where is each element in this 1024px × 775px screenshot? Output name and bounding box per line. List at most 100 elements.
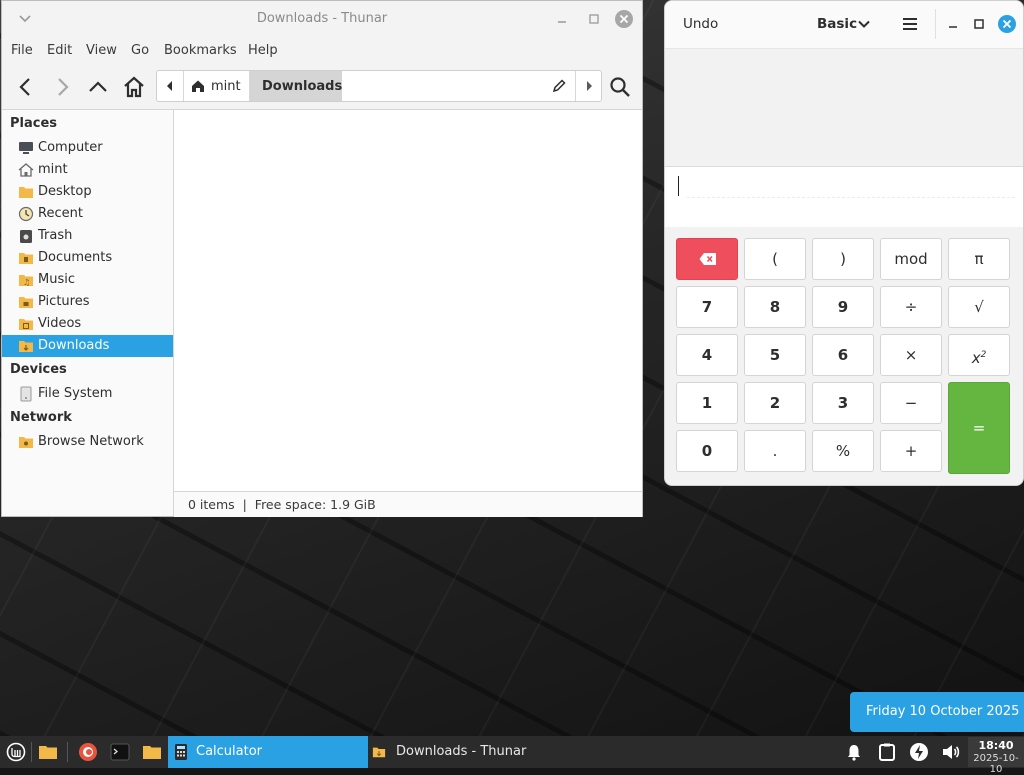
equals-button[interactable]: = <box>948 382 1010 474</box>
task-button-calculator[interactable]: Calculator <box>168 736 368 768</box>
mode-selector[interactable]: Basic <box>817 16 857 32</box>
clock-date: 2025-10-10 <box>973 753 1019 775</box>
sidebar-item-label: Videos <box>38 316 82 331</box>
terminal-icon[interactable] <box>110 742 130 762</box>
multiply-button[interactable]: × <box>880 334 942 376</box>
keypad: ( ) mod π 7 8 9 ÷ √ 4 5 6 × x2 1 2 3 − =… <box>665 227 1023 485</box>
date-tooltip-text: Friday 10 October 2025 <box>866 704 1020 719</box>
path-button-home[interactable]: mint <box>183 71 250 101</box>
close-paren-button[interactable]: ) <box>812 238 874 280</box>
square-root-button[interactable]: √ <box>948 286 1010 328</box>
recent-clock-icon <box>18 206 34 222</box>
files-launcher-icon[interactable] <box>38 742 58 762</box>
menu-view[interactable]: View <box>86 43 117 58</box>
pencil-edit-icon[interactable] <box>551 78 567 94</box>
volume-icon[interactable] <box>941 742 961 762</box>
task-button-thunar[interactable]: Downloads - Thunar <box>368 736 568 768</box>
forward-arrow-icon[interactable] <box>50 75 74 99</box>
chevron-down-icon[interactable] <box>857 17 871 31</box>
maximize-icon[interactable] <box>971 16 987 32</box>
taskbar: Calculator Downloads - Thunar 18:40 2025… <box>0 736 1024 775</box>
up-arrow-icon[interactable] <box>86 75 110 99</box>
hamburger-menu-icon[interactable] <box>901 15 919 33</box>
minimize-icon[interactable] <box>554 11 570 27</box>
power-manager-icon[interactable] <box>909 742 929 762</box>
sidebar-item-pictures[interactable]: Pictures <box>2 291 173 313</box>
sidebar-item-browse-network[interactable]: Browse Network <box>2 431 173 453</box>
thunar-titlebar[interactable]: Downloads - Thunar <box>2 1 642 37</box>
mint-menu-icon[interactable] <box>6 742 26 762</box>
digit-2-button[interactable]: 2 <box>744 382 806 424</box>
home-icon[interactable] <box>122 75 146 99</box>
path-scroll-left[interactable] <box>157 71 184 101</box>
digit-6-button[interactable]: 6 <box>812 334 874 376</box>
undo-button[interactable]: Undo <box>683 16 718 32</box>
sidebar-item-computer[interactable]: Computer <box>2 137 173 159</box>
add-button[interactable]: + <box>880 430 942 472</box>
path-scroll-right[interactable] <box>575 71 602 101</box>
clock-time: 18:40 <box>978 739 1014 752</box>
path-current-label: Downloads <box>262 79 343 94</box>
calculator-headerbar[interactable]: Undo Basic <box>665 1 1023 47</box>
firefox-icon[interactable] <box>78 742 98 762</box>
clipboard-icon[interactable] <box>877 742 897 762</box>
status-text: 0 items | Free space: 1.9 GiB <box>188 497 376 512</box>
digit-1-button[interactable]: 1 <box>676 382 738 424</box>
sidebar-item-label: Trash <box>38 228 73 243</box>
window-title: Downloads - Thunar <box>256 11 388 26</box>
thunar-window: Downloads - Thunar File Edit View Go Boo… <box>1 0 643 517</box>
open-paren-button[interactable]: ( <box>744 238 806 280</box>
videos-folder-icon <box>19 319 33 330</box>
file-view[interactable] <box>174 110 642 491</box>
taskbar-separator <box>67 742 68 762</box>
desktop-folder-icon <box>19 187 33 198</box>
path-button-current[interactable]: Downloads <box>250 71 342 101</box>
sidebar-item-label: mint <box>38 162 68 177</box>
location-pathbar: mint Downloads <box>156 70 602 102</box>
sidebar-item-trash[interactable]: Trash <box>2 225 173 247</box>
modulo-button[interactable]: mod <box>880 238 942 280</box>
back-arrow-icon[interactable] <box>14 75 38 99</box>
notifications-bell-icon[interactable] <box>844 742 864 762</box>
sidebar-item-desktop[interactable]: Desktop <box>2 181 173 203</box>
close-icon[interactable] <box>997 14 1017 34</box>
digit-8-button[interactable]: 8 <box>744 286 806 328</box>
digit-7-button[interactable]: 7 <box>676 286 738 328</box>
maximize-icon[interactable] <box>586 11 602 27</box>
close-icon[interactable] <box>614 9 634 29</box>
file-manager-launcher-icon[interactable] <box>142 742 162 762</box>
divide-button[interactable]: ÷ <box>880 286 942 328</box>
date-tooltip: Friday 10 October 2025 <box>850 692 1024 732</box>
digit-5-button[interactable]: 5 <box>744 334 806 376</box>
digit-0-button[interactable]: 0 <box>676 430 738 472</box>
sidebar-item-downloads[interactable]: Downloads <box>2 335 173 357</box>
backspace-button[interactable] <box>676 238 738 280</box>
search-icon[interactable] <box>608 75 632 99</box>
calculator-entry-field[interactable] <box>665 166 1023 228</box>
subtract-button[interactable]: − <box>880 382 942 424</box>
menu-go[interactable]: Go <box>131 43 149 58</box>
menu-edit[interactable]: Edit <box>47 43 72 58</box>
menu-file[interactable]: File <box>11 43 33 58</box>
sidebar-item-recent[interactable]: Recent <box>2 203 173 225</box>
sidebar-item-documents[interactable]: Documents <box>2 247 173 269</box>
sidebar-item-videos[interactable]: Videos <box>2 313 173 335</box>
percent-button[interactable]: % <box>812 430 874 472</box>
pi-button[interactable]: π <box>948 238 1010 280</box>
clock[interactable]: 18:40 2025-10-10 <box>968 737 1024 775</box>
menu-bookmarks[interactable]: Bookmarks <box>164 43 237 58</box>
home-icon <box>18 163 34 177</box>
network-folder-icon <box>19 437 33 448</box>
digit-4-button[interactable]: 4 <box>676 334 738 376</box>
sidebar-heading-places: Places <box>10 116 58 131</box>
digit-9-button[interactable]: 9 <box>812 286 874 328</box>
menu-help[interactable]: Help <box>248 43 278 58</box>
minimize-icon[interactable] <box>945 16 961 32</box>
sidebar-item-music[interactable]: ♫ Music <box>2 269 173 291</box>
square-button[interactable]: x2 <box>948 334 1010 376</box>
digit-3-button[interactable]: 3 <box>812 382 874 424</box>
sidebar-item-label: Pictures <box>38 294 90 309</box>
decimal-point-button[interactable]: . <box>744 430 806 472</box>
sidebar-item-mint[interactable]: mint <box>2 159 173 181</box>
sidebar-item-file-system[interactable]: File System <box>2 383 173 405</box>
